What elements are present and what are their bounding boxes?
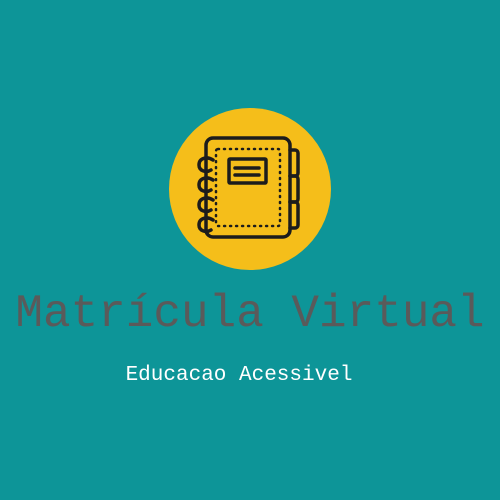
logo-circle	[169, 108, 331, 270]
notebook-icon	[169, 108, 331, 270]
app-subtitle: Educacao Acessivel	[125, 364, 353, 387]
logo-mark	[169, 108, 331, 270]
app-title: Matrícula Virtual	[15, 288, 485, 340]
